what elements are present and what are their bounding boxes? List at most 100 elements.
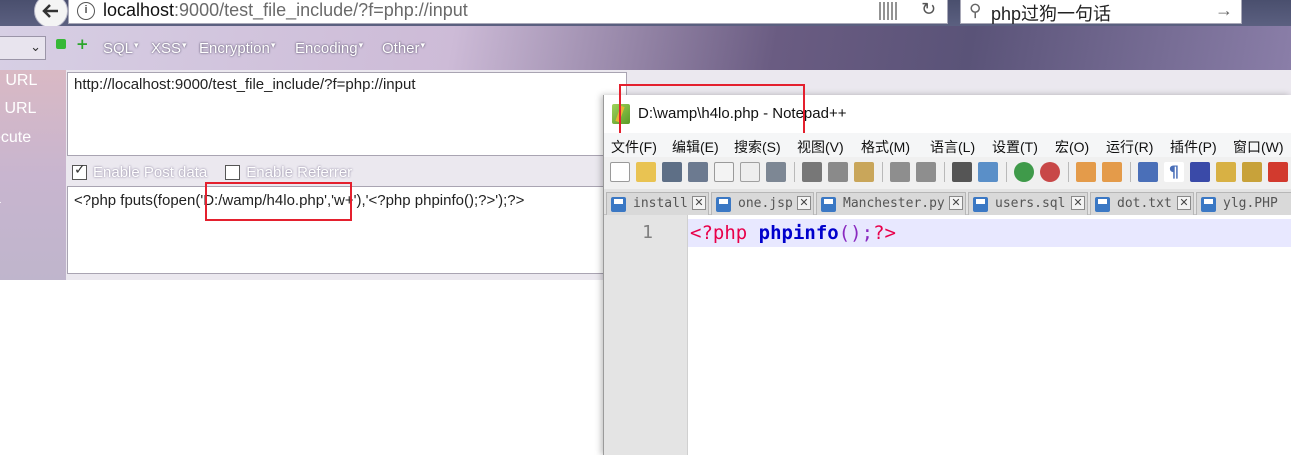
open-folder-icon[interactable] xyxy=(636,162,656,182)
menu-sql[interactable]: SQL▾ xyxy=(103,40,139,57)
menu-encoding[interactable]: Encoding▾ xyxy=(295,40,363,57)
notepad-menubar: 文件(F) 编辑(E) 搜索(S) 视图(V) 格式(M) 语言(L) 设置(T… xyxy=(604,133,1291,157)
split-url-button[interactable]: it URL xyxy=(0,100,36,118)
copy-icon[interactable] xyxy=(828,162,848,182)
menu-file[interactable]: 文件(F) xyxy=(611,137,657,157)
load-url-button[interactable]: d URL xyxy=(0,72,37,90)
menu-language[interactable]: 语言(L) xyxy=(930,137,975,157)
show-all-chars-icon[interactable]: ¶ xyxy=(1164,162,1184,182)
save-icon xyxy=(716,197,731,212)
tab-one-jsp[interactable]: one.jsp ✕ xyxy=(711,192,814,215)
zoom-in-icon[interactable] xyxy=(1014,162,1034,182)
tab-users-sql[interactable]: users.sql ✕ xyxy=(968,192,1088,215)
menu-other[interactable]: Other▾ xyxy=(382,40,425,57)
post-data-label: a xyxy=(0,190,1,208)
enable-post-label: Enable Post data xyxy=(93,164,208,182)
back-button[interactable] xyxy=(34,0,68,28)
search-input-text: php过狗一句话 xyxy=(991,4,1112,24)
find-icon[interactable] xyxy=(952,162,972,182)
menu-view[interactable]: 视图(V) xyxy=(797,137,844,157)
menu-plugins[interactable]: 插件(P) xyxy=(1170,137,1217,157)
menu-xss[interactable]: XSS▾ xyxy=(151,40,187,57)
notepad-titlebar: D:\wamp\h4lo.php - Notepad++ xyxy=(604,84,1291,138)
reload-icon[interactable]: ↻ xyxy=(921,0,936,20)
function-list-icon[interactable] xyxy=(1242,162,1262,182)
notepad-tabbar: install ✕ one.jsp ✕ Manchester.py ✕ user… xyxy=(604,189,1291,215)
path-highlight-box xyxy=(205,182,352,221)
plus-icon[interactable]: + xyxy=(76,35,89,53)
close-all-icon[interactable] xyxy=(740,162,760,182)
php-function: phpinfo xyxy=(758,222,839,244)
tab-manchester-py[interactable]: Manchester.py ✕ xyxy=(816,192,966,215)
menu-encryption-label: Encryption xyxy=(199,40,270,57)
macro-record-icon[interactable] xyxy=(1268,162,1288,182)
save-icon xyxy=(973,197,988,212)
options-row: Enable Post data Enable Referrer xyxy=(72,162,370,182)
close-file-icon[interactable] xyxy=(714,162,734,182)
menu-window[interactable]: 窗口(W) xyxy=(1233,137,1284,157)
menu-encoding-label: Encoding xyxy=(295,40,358,57)
enable-referrer-checkbox[interactable] xyxy=(225,165,241,181)
tab-label: one.jsp xyxy=(738,196,793,211)
qr-code-icon[interactable] xyxy=(879,2,897,20)
tab-label: ylg.PHP xyxy=(1223,196,1278,211)
hackbar-select[interactable]: ⌄ xyxy=(0,36,46,60)
menu-run[interactable]: 运行(R) xyxy=(1106,137,1153,157)
menu-format[interactable]: 格式(M) xyxy=(861,137,910,157)
tab-dot-txt[interactable]: dot.txt ✕ xyxy=(1090,192,1194,215)
browser-toolbar: i localhost:9000/test_file_include/?f=ph… xyxy=(0,0,1291,28)
url-host: localhost xyxy=(103,0,175,20)
sync-vertical-icon[interactable] xyxy=(1076,162,1096,182)
address-bar[interactable]: i localhost:9000/test_file_include/?f=ph… xyxy=(68,0,948,24)
close-icon[interactable]: ✕ xyxy=(1177,196,1191,210)
toolbar-separator xyxy=(1130,162,1131,182)
close-icon[interactable]: ✕ xyxy=(692,196,706,210)
print-icon[interactable] xyxy=(766,162,786,182)
menu-search[interactable]: 搜索(S) xyxy=(734,137,781,157)
indent-guide-icon[interactable] xyxy=(1190,162,1210,182)
redo-icon[interactable] xyxy=(916,162,936,182)
sync-horizontal-icon[interactable] xyxy=(1102,162,1122,182)
url-path: :9000/test_file_include/?f=php://input xyxy=(174,0,468,20)
close-icon[interactable]: ✕ xyxy=(797,196,811,210)
menu-edit[interactable]: 编辑(E) xyxy=(672,137,719,157)
word-wrap-icon[interactable] xyxy=(1138,162,1158,182)
close-icon[interactable]: ✕ xyxy=(949,196,963,210)
url-textarea[interactable]: http://localhost:9000/test_file_include/… xyxy=(67,72,627,156)
paste-icon[interactable] xyxy=(854,162,874,182)
save-icon xyxy=(611,197,626,212)
undo-icon[interactable] xyxy=(890,162,910,182)
replace-icon[interactable] xyxy=(978,162,998,182)
url-textarea-value: http://localhost:9000/test_file_include/… xyxy=(74,76,416,93)
info-icon[interactable]: i xyxy=(77,2,95,20)
line-number: 1 xyxy=(642,222,653,243)
menu-settings[interactable]: 设置(T) xyxy=(992,137,1038,157)
code-editor[interactable]: 1 <?php phpinfo();?> xyxy=(604,215,1291,455)
menu-macro[interactable]: 宏(O) xyxy=(1055,137,1089,157)
search-go-icon[interactable]: → xyxy=(1215,0,1233,21)
search-bar[interactable]: ⚲ php过狗一句话 → xyxy=(960,0,1242,24)
menu-encryption[interactable]: Encryption▾ xyxy=(199,40,275,57)
chevron-down-icon: ⌄ xyxy=(30,39,41,54)
doc-map-icon[interactable] xyxy=(1216,162,1236,182)
arrow-left-icon xyxy=(42,4,58,18)
tab-label: Manchester.py xyxy=(843,196,945,211)
menu-sql-label: SQL xyxy=(103,40,134,57)
tab-install[interactable]: install ✕ xyxy=(606,192,709,215)
minus-icon[interactable] xyxy=(56,39,66,49)
execute-button[interactable]: ecute xyxy=(0,129,31,147)
address-text: localhost:9000/test_file_include/?f=php:… xyxy=(103,0,468,21)
save-icon[interactable] xyxy=(662,162,682,182)
toolbar-separator xyxy=(1006,162,1007,182)
notepad-window: D:\wamp\h4lo.php - Notepad++ 文件(F) 编辑(E)… xyxy=(603,84,1291,455)
enable-post-checkbox[interactable] xyxy=(72,162,87,181)
cut-icon[interactable] xyxy=(802,162,822,182)
save-all-icon[interactable] xyxy=(688,162,708,182)
close-icon[interactable]: ✕ xyxy=(1071,196,1085,210)
new-file-icon[interactable] xyxy=(610,162,630,182)
php-close-tag: ?> xyxy=(873,222,896,244)
zoom-out-icon[interactable] xyxy=(1040,162,1060,182)
search-icon: ⚲ xyxy=(969,1,982,20)
tab-ylg-php[interactable]: ylg.PHP xyxy=(1196,192,1291,215)
menu-other-label: Other xyxy=(382,40,420,57)
